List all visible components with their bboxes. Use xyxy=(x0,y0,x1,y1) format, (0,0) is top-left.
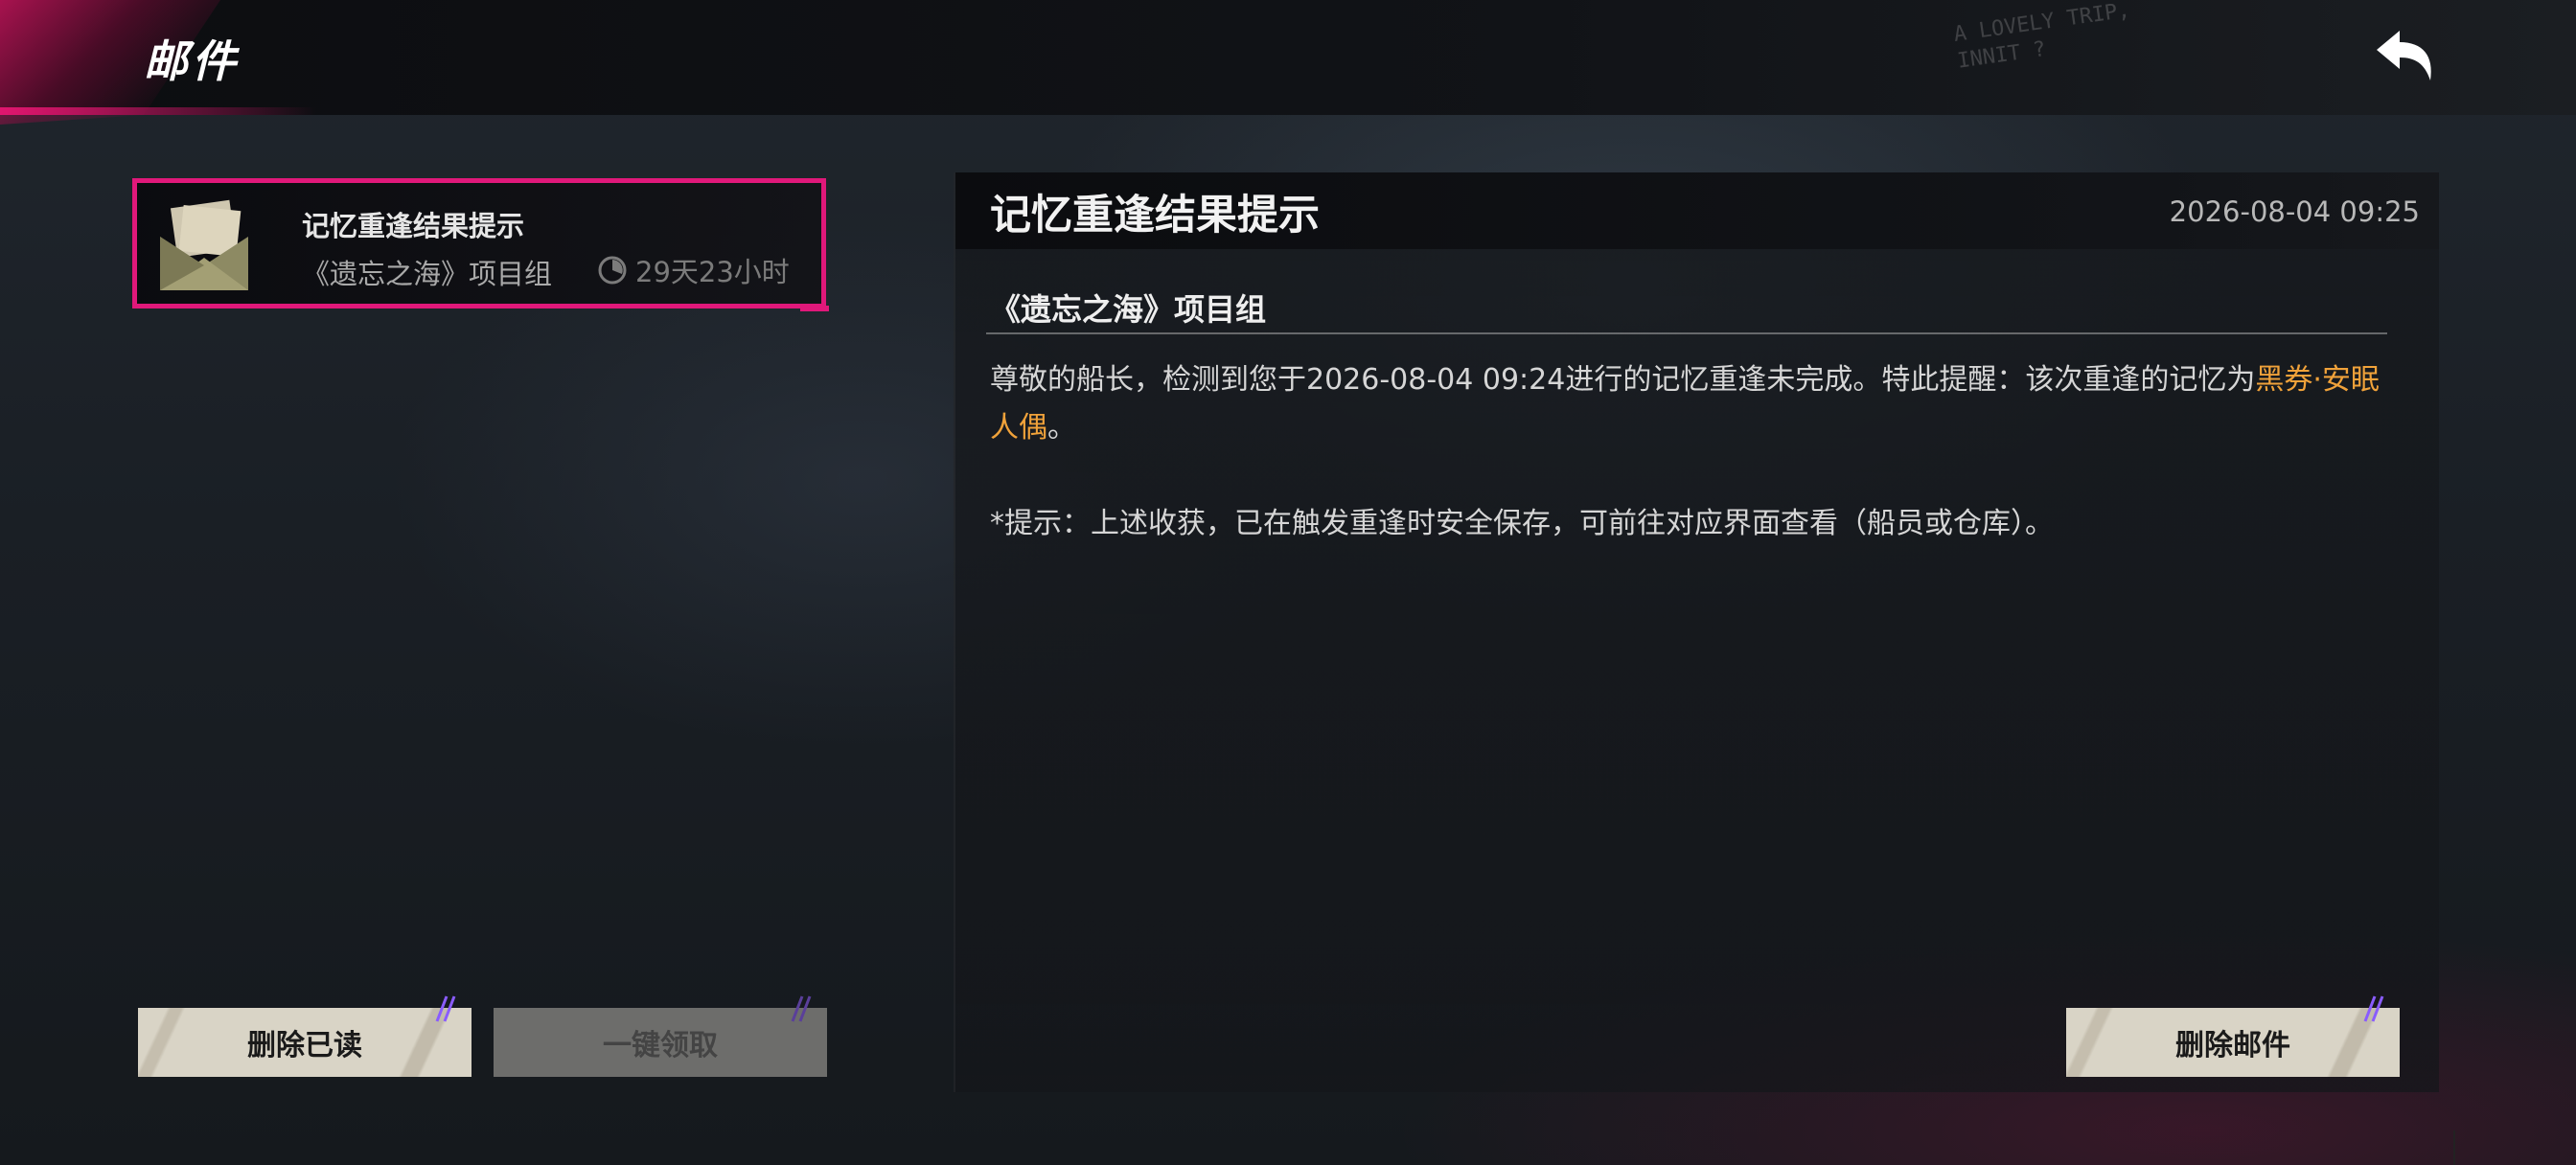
slash-mark-icon xyxy=(2363,995,2384,1022)
top-bar xyxy=(0,0,2576,115)
delete-mail-label: 删除邮件 xyxy=(2175,1029,2290,1062)
mail-detail-panel: 记忆重逢结果提示 2026-08-04 09:25 《遗忘之海》项目组 尊敬的船… xyxy=(954,172,2439,1092)
delete-read-label: 删除已读 xyxy=(247,1029,362,1062)
claim-all-label: 一键领取 xyxy=(603,1029,718,1062)
delete-mail-button[interactable]: 删除邮件 xyxy=(2066,995,2400,1077)
corner-mark xyxy=(2453,1131,2455,1165)
delete-read-button[interactable]: 删除已读 xyxy=(138,995,472,1077)
header-accent-stripe xyxy=(0,107,316,115)
mail-item-title: 记忆重逢结果提示 xyxy=(302,210,525,242)
mail-detail-note: *提示：上述收获，已在触发重逢时安全保存，可前往对应界面查看（船员或仓库）。 xyxy=(990,507,2054,540)
body-end: 。 xyxy=(1047,411,1076,445)
divider xyxy=(986,332,2387,334)
envelope-icon xyxy=(154,198,254,294)
page-title: 邮件 xyxy=(144,35,240,87)
clock-icon xyxy=(598,256,627,285)
return-arrow-icon xyxy=(2377,31,2431,80)
mail-expire-text: 29天23小时 xyxy=(635,256,790,288)
slash-mark-icon xyxy=(435,995,456,1022)
mail-detail-body: 尊敬的船长，检测到您于2026-08-04 09:24进行的记忆重逢未完成。特此… xyxy=(990,356,2399,452)
claim-all-button[interactable]: 一键领取 xyxy=(494,995,827,1077)
mail-detail-time: 2026-08-04 09:25 xyxy=(2169,195,2420,228)
slash-mark-icon xyxy=(791,995,812,1022)
mail-detail-sender: 《遗忘之海》项目组 xyxy=(990,291,1267,328)
body-text: 尊敬的船长，检测到您于2026-08-04 09:24进行的记忆重逢未完成。特此… xyxy=(990,363,2256,397)
back-button[interactable] xyxy=(2367,21,2444,98)
mail-item-sender: 《遗忘之海》项目组 xyxy=(302,258,553,290)
mail-item-expire: 29天23小时 xyxy=(597,250,790,290)
mail-list-item[interactable]: 记忆重逢结果提示 《遗忘之海》项目组 29天23小时 xyxy=(132,178,829,311)
